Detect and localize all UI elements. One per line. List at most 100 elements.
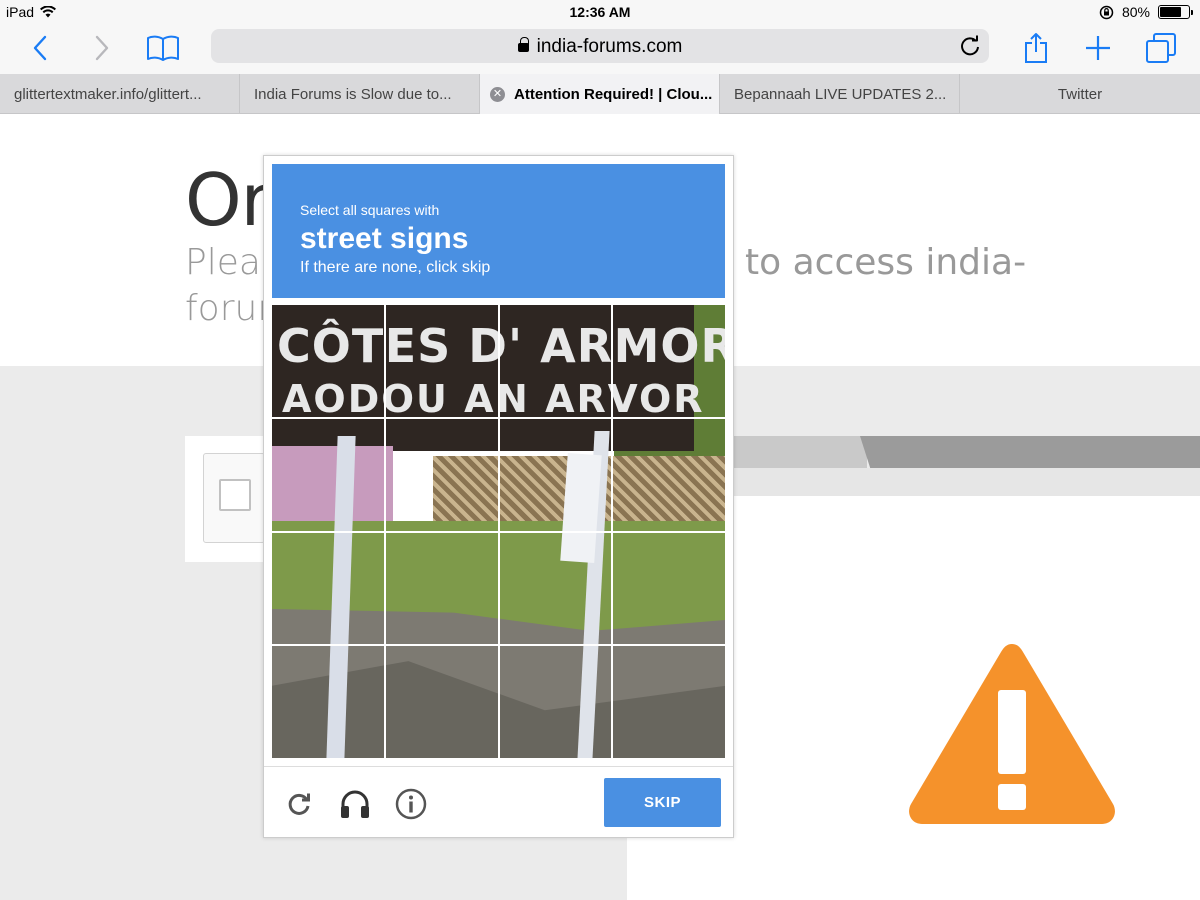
audio-challenge-button[interactable] bbox=[338, 787, 372, 821]
captcha-tile-image: CÔTES D' ARMORAODOU AN ARVOR bbox=[499, 418, 612, 531]
captcha-tile-image: CÔTES D' ARMORAODOU AN ARVOR bbox=[272, 418, 384, 531]
captcha-tile-10[interactable]: CÔTES D' ARMORAODOU AN ARVOR bbox=[385, 532, 498, 645]
captcha-tile-image: CÔTES D' ARMORAODOU AN ARVOR bbox=[613, 532, 725, 645]
street-sign-text-line-2: AODOU AN ARVOR bbox=[385, 377, 498, 417]
skip-button[interactable]: SKIP bbox=[604, 778, 721, 827]
tabs-button[interactable] bbox=[1143, 30, 1179, 66]
street-sign-text-line-1: CÔTES D' ARMOR bbox=[277, 319, 384, 373]
captcha-tile-12[interactable]: CÔTES D' ARMORAODOU AN ARVOR bbox=[613, 532, 725, 645]
reload-button[interactable] bbox=[957, 33, 983, 59]
book-icon bbox=[147, 35, 179, 61]
captcha-tile-image: CÔTES D' ARMORAODOU AN ARVOR bbox=[272, 305, 384, 417]
tab-label: glittertextmaker.info/glittert... bbox=[14, 85, 202, 103]
street-sign-text-line-2: AODOU AN ARVOR bbox=[500, 419, 612, 422]
info-icon bbox=[395, 788, 427, 820]
captcha-tile-image: CÔTES D' ARMORAODOU AN ARVOR bbox=[272, 646, 384, 758]
headphones-icon bbox=[341, 790, 369, 818]
captcha-tile-3[interactable]: CÔTES D' ARMORAODOU AN ARVOR bbox=[499, 305, 612, 417]
captcha-tile-15[interactable]: CÔTES D' ARMORAODOU AN ARVOR bbox=[499, 646, 612, 758]
street-sign-text-line-1: CÔTES D' ARMOR bbox=[500, 319, 612, 373]
page-heading: Or bbox=[185, 158, 270, 242]
back-button[interactable] bbox=[22, 30, 58, 66]
close-tab-icon[interactable]: ✕ bbox=[490, 86, 505, 102]
street-sign-text-line-2: AODOU AN ARVOR bbox=[613, 419, 704, 422]
street-sign-text-line-2: AODOU AN ARVOR bbox=[613, 377, 705, 417]
battery-fill bbox=[1160, 7, 1181, 17]
street-sign-text-line-1: CÔTES D' ARMOR bbox=[385, 319, 498, 373]
street-sign-text-line-2: AODOU AN ARVOR bbox=[282, 377, 384, 417]
plus-icon bbox=[1086, 36, 1110, 60]
street-sign-text-line-1: CÔTES D' ARMOR bbox=[613, 319, 725, 373]
illustration-browser-bar bbox=[860, 436, 1200, 468]
url-text: india-forums.com bbox=[536, 36, 683, 57]
street-sign-text-line-2: AODOU AN ARVOR bbox=[499, 377, 612, 417]
chevron-left-icon bbox=[33, 35, 47, 61]
tab-twitter[interactable]: Twitter bbox=[960, 74, 1200, 114]
captcha-tile-4[interactable]: CÔTES D' ARMORAODOU AN ARVOR bbox=[613, 305, 725, 417]
share-icon bbox=[1025, 33, 1047, 63]
tab-glittertextmaker[interactable]: glittertextmaker.info/glittert... bbox=[0, 74, 240, 114]
captcha-tile-16[interactable]: CÔTES D' ARMORAODOU AN ARVOR bbox=[613, 646, 725, 758]
tab-label: Twitter bbox=[1057, 85, 1103, 103]
tab-label: Bepannaah LIVE UPDATES 2... bbox=[734, 85, 947, 103]
captcha-tile-6[interactable]: CÔTES D' ARMORAODOU AN ARVOR bbox=[385, 418, 498, 531]
orientation-lock-icon bbox=[1099, 5, 1114, 19]
captcha-tile-image: CÔTES D' ARMORAODOU AN ARVOR bbox=[385, 418, 498, 531]
captcha-tile-8[interactable]: CÔTES D' ARMORAODOU AN ARVOR bbox=[613, 418, 725, 531]
captcha-image-grid: CÔTES D' ARMORAODOU AN ARVORCÔTES D' ARM… bbox=[272, 305, 725, 758]
captcha-hint: If there are none, click skip bbox=[300, 259, 491, 276]
captcha-target: street signs bbox=[300, 222, 469, 255]
reload-icon bbox=[288, 793, 310, 815]
bookmarks-button[interactable] bbox=[145, 30, 181, 66]
warning-icon bbox=[909, 644, 1115, 824]
captcha-tile-image: CÔTES D' ARMORAODOU AN ARVOR bbox=[385, 532, 498, 645]
captcha-footer: SKIP bbox=[264, 766, 733, 838]
captcha-tile-2[interactable]: CÔTES D' ARMORAODOU AN ARVOR bbox=[385, 305, 498, 417]
page-subtext-right: to access india- bbox=[745, 242, 1027, 283]
street-sign-text-line-2: AODOU AN ARVOR bbox=[282, 419, 384, 422]
captcha-tile-image: CÔTES D' ARMORAODOU AN ARVOR bbox=[499, 305, 612, 417]
help-button[interactable] bbox=[394, 787, 428, 821]
captcha-tile-image: CÔTES D' ARMORAODOU AN ARVOR bbox=[613, 305, 725, 417]
captcha-tile-11[interactable]: CÔTES D' ARMORAODOU AN ARVOR bbox=[499, 532, 612, 645]
new-tab-button[interactable] bbox=[1080, 30, 1116, 66]
screen: iPad 12:36 AM 80% india-forums.com glitt… bbox=[0, 0, 1200, 900]
battery-icon bbox=[1158, 5, 1193, 19]
captcha-tile-image: CÔTES D' ARMORAODOU AN ARVOR bbox=[385, 646, 498, 758]
clock: 12:36 AM bbox=[569, 4, 631, 20]
tab-label: India Forums is Slow due to... bbox=[254, 85, 452, 103]
safari-toolbar: india-forums.com bbox=[0, 24, 1200, 74]
captcha-challenge: Select all squares with street signs If … bbox=[263, 155, 734, 838]
chevron-right-icon bbox=[95, 35, 109, 61]
tab-attention-required[interactable]: ✕ Attention Required! | Clou... bbox=[480, 74, 720, 114]
recaptcha-checkbox[interactable] bbox=[219, 479, 251, 511]
captcha-tile-9[interactable]: CÔTES D' ARMORAODOU AN ARVOR bbox=[272, 532, 384, 645]
forward-button[interactable] bbox=[84, 30, 120, 66]
tab-bepannaah[interactable]: Bepannaah LIVE UPDATES 2... bbox=[720, 74, 960, 114]
battery-percent: 80% bbox=[1121, 4, 1150, 20]
captcha-instruction: Select all squares with bbox=[300, 202, 440, 218]
captcha-tile-image: CÔTES D' ARMORAODOU AN ARVOR bbox=[613, 418, 725, 531]
captcha-tile-image: CÔTES D' ARMORAODOU AN ARVOR bbox=[499, 532, 612, 645]
captcha-tile-1[interactable]: CÔTES D' ARMORAODOU AN ARVOR bbox=[272, 305, 384, 417]
captcha-tile-13[interactable]: CÔTES D' ARMORAODOU AN ARVOR bbox=[272, 646, 384, 758]
captcha-header: Select all squares with street signs If … bbox=[272, 164, 725, 298]
captcha-tile-14[interactable]: CÔTES D' ARMORAODOU AN ARVOR bbox=[385, 646, 498, 758]
status-bar: iPad 12:36 AM 80% bbox=[0, 0, 1200, 24]
reload-icon bbox=[961, 35, 979, 56]
lock-icon bbox=[517, 37, 529, 52]
tab-india-forums-slow[interactable]: India Forums is Slow due to... bbox=[240, 74, 480, 114]
street-sign-text-line-2: AODOU AN ARVOR bbox=[386, 419, 498, 422]
captcha-tile-image: CÔTES D' ARMORAODOU AN ARVOR bbox=[272, 532, 384, 645]
tab-bar: glittertextmaker.info/glittert... India … bbox=[0, 74, 1200, 114]
address-bar[interactable]: india-forums.com bbox=[211, 29, 989, 63]
reload-challenge-button[interactable] bbox=[282, 787, 316, 821]
captcha-tile-image: CÔTES D' ARMORAODOU AN ARVOR bbox=[613, 646, 725, 758]
captcha-tile-7[interactable]: CÔTES D' ARMORAODOU AN ARVOR bbox=[499, 418, 612, 531]
captcha-tile-image: CÔTES D' ARMORAODOU AN ARVOR bbox=[385, 305, 498, 417]
captcha-tile-5[interactable]: CÔTES D' ARMORAODOU AN ARVOR bbox=[272, 418, 384, 531]
tab-label: Attention Required! | Clou... bbox=[514, 85, 713, 103]
tabs-overview-icon bbox=[1146, 33, 1176, 63]
share-button[interactable] bbox=[1018, 30, 1054, 66]
captcha-tile-image: CÔTES D' ARMORAODOU AN ARVOR bbox=[499, 646, 612, 758]
